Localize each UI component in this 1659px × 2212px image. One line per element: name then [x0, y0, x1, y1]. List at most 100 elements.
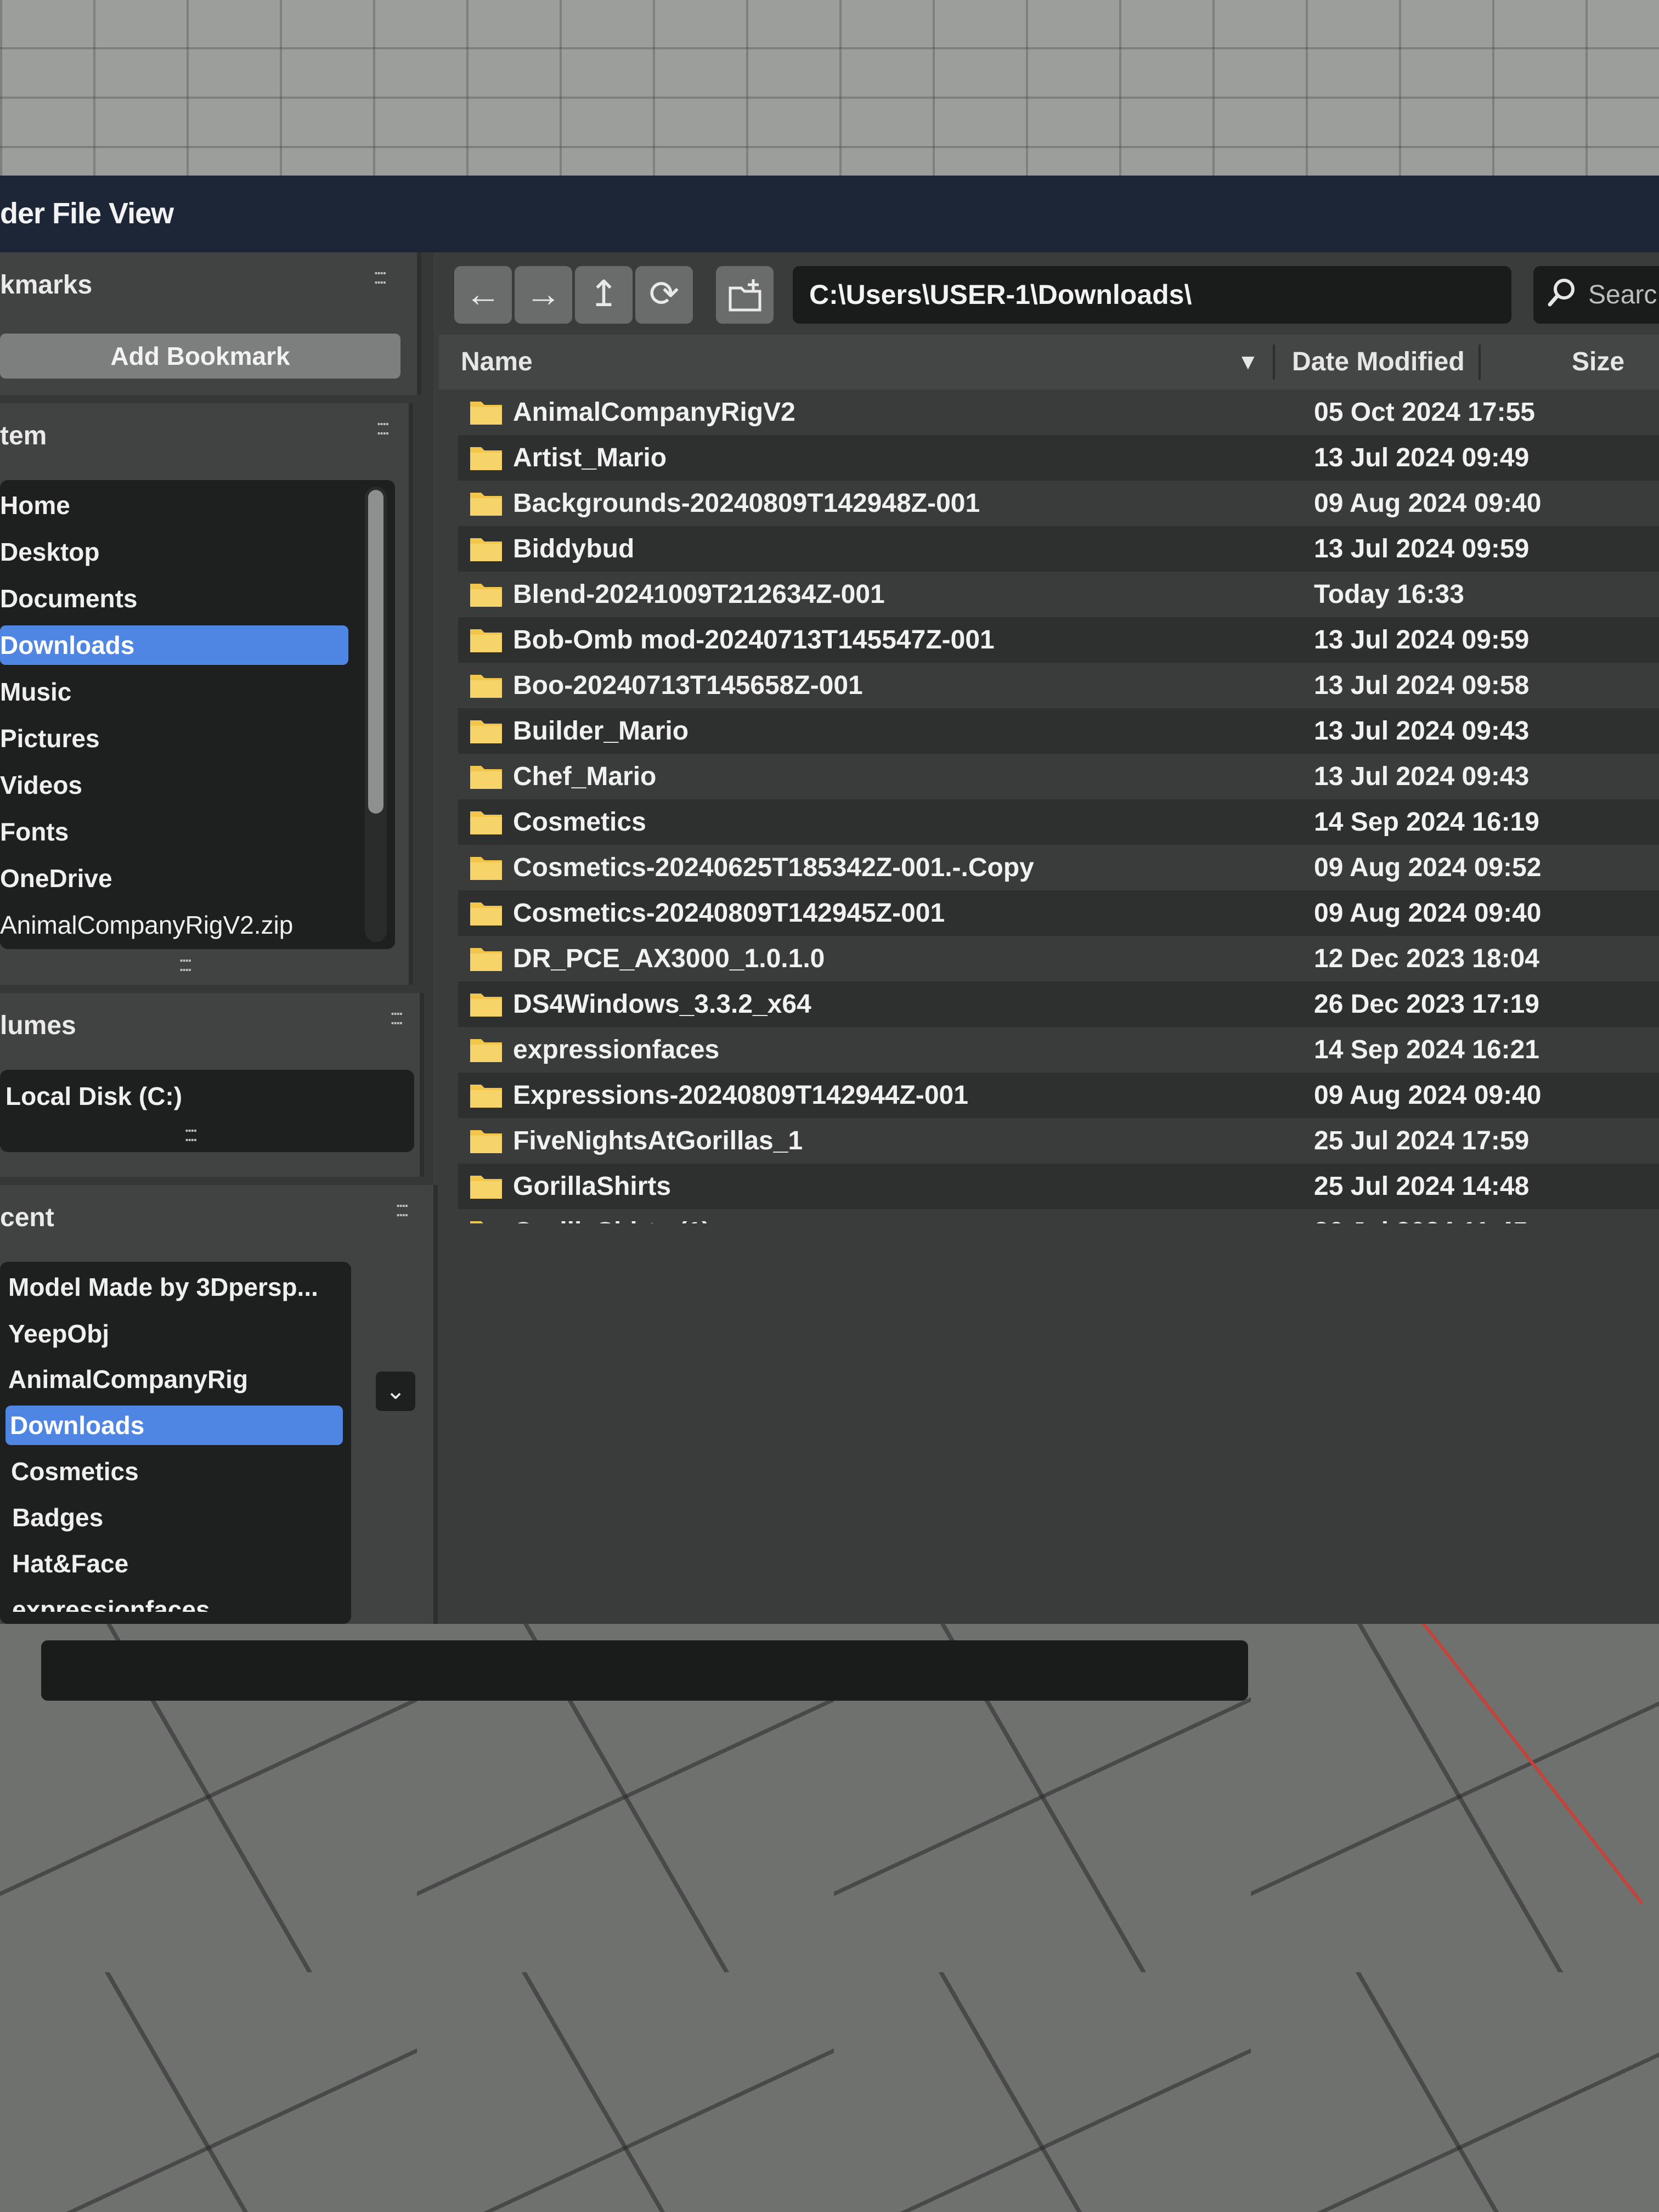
- file-name: Biddybud: [513, 534, 635, 563]
- bookmarks-title: kmarks: [0, 270, 93, 300]
- search-icon: [1548, 279, 1575, 307]
- sidebar-item-documents[interactable]: Documents: [0, 579, 346, 618]
- title-bar[interactable]: der File View: [0, 176, 1659, 252]
- file-row[interactable]: Builder_Mario 13 Jul 2024 09:43: [458, 708, 1659, 754]
- sidebar-item-videos[interactable]: Videos: [0, 765, 346, 805]
- column-divider[interactable]: [1273, 345, 1275, 380]
- sidebar-item-fonts[interactable]: Fonts: [0, 812, 346, 851]
- recent-item-badges[interactable]: Badges: [12, 1498, 341, 1537]
- resize-grip-icon[interactable]: ::::: [178, 952, 193, 977]
- sort-descending-icon[interactable]: ▼: [1237, 335, 1259, 390]
- volumes-panel: lumes :::: Local Disk (C:) ::::: [0, 993, 424, 1177]
- folder-icon: [470, 811, 502, 834]
- panel-grip-icon[interactable]: ::::: [395, 1197, 410, 1222]
- file-name: DS4Windows_3.3.2_x64: [513, 990, 811, 1019]
- file-date-modified: 13 Jul 2024 09:58: [1314, 671, 1530, 700]
- sidebar-item-zip-file[interactable]: AnimalCompanyRigV2.zip: [0, 905, 346, 945]
- sidebar-item-desktop[interactable]: Desktop: [0, 532, 346, 572]
- file-row[interactable]: FiveNightsAtGorillas_1 25 Jul 2024 17:59: [458, 1118, 1659, 1164]
- resize-grip-icon[interactable]: ::::: [184, 1122, 199, 1147]
- file-row[interactable]: Bob-Omb mod-20240713T145547Z-001 13 Jul 2…: [458, 617, 1659, 663]
- file-name: DR_PCE_AX3000_1.0.1.0: [513, 944, 825, 973]
- add-bookmark-button[interactable]: Add Bookmark: [0, 334, 400, 379]
- file-row[interactable]: Blend-20241009T212634Z-001 Today 16:33: [458, 572, 1659, 617]
- column-divider[interactable]: [1479, 345, 1481, 380]
- file-row[interactable]: GorillaShirts (1) 26 Jul 2024 11:45: [458, 1209, 1659, 1223]
- panel-grip-icon[interactable]: ::::: [373, 264, 388, 289]
- toolbar: ← → ↥ ⟳ C:\Users\USER-1\Downloads\ Searc: [439, 252, 1659, 335]
- sidebar-item-pictures[interactable]: Pictures: [0, 719, 346, 758]
- arrow-left-icon: ←: [465, 273, 501, 314]
- file-name: Blend-20241009T212634Z-001: [513, 580, 885, 609]
- file-date-modified: 09 Aug 2024 09:40: [1314, 489, 1542, 518]
- sidebar: kmarks :::: Add Bookmark tem :::: Home D…: [0, 252, 438, 1624]
- file-date-modified: 09 Aug 2024 09:40: [1314, 899, 1542, 928]
- recent-item-yeepobj[interactable]: YeepObj: [8, 1314, 343, 1353]
- file-name: Cosmetics-20240625T185342Z-001.-.Copy: [513, 853, 1034, 882]
- forward-button[interactable]: →: [515, 266, 572, 324]
- refresh-button[interactable]: ⟳: [635, 266, 693, 324]
- file-row[interactable]: Backgrounds-20240809T142948Z-001 09 Aug 2…: [458, 481, 1659, 526]
- file-row[interactable]: GorillaShirts 25 Jul 2024 14:48: [458, 1164, 1659, 1209]
- panel-grip-icon[interactable]: ::::: [376, 415, 391, 440]
- recent-list: Model Made by 3Dpersp... YeepObj AnimalC…: [0, 1262, 351, 1624]
- refresh-icon: ⟳: [648, 273, 680, 314]
- column-header-date-modified[interactable]: Date Modified: [1292, 335, 1465, 390]
- file-row[interactable]: DS4Windows_3.3.2_x64 26 Dec 2023 17:19: [458, 981, 1659, 1027]
- file-date-modified: 13 Jul 2024 09:43: [1314, 716, 1530, 746]
- file-row[interactable]: Boo-20240713T145658Z-001 13 Jul 2024 09:5…: [458, 663, 1659, 708]
- file-row[interactable]: Cosmetics 14 Sep 2024 16:19: [458, 799, 1659, 845]
- file-name: FiveNightsAtGorillas_1: [513, 1126, 803, 1155]
- new-folder-button[interactable]: [716, 266, 774, 324]
- panel-grip-icon[interactable]: ::::: [390, 1005, 404, 1030]
- recent-title: cent: [0, 1203, 54, 1232]
- column-header-name[interactable]: Name: [461, 335, 533, 390]
- volumes-title: lumes: [0, 1011, 76, 1040]
- recent-item-expressionfaces[interactable]: expressionfaces: [12, 1590, 341, 1612]
- recent-item-animalcompanyrig[interactable]: AnimalCompanyRig: [8, 1359, 343, 1399]
- volume-item-local-disk[interactable]: Local Disk (C:): [5, 1076, 390, 1116]
- file-row[interactable]: Chef_Mario 13 Jul 2024 09:43: [458, 754, 1659, 799]
- file-date-modified: 14 Sep 2024 16:19: [1314, 808, 1539, 837]
- file-row[interactable]: Expressions-20240809T142944Z-001 09 Aug 2…: [458, 1073, 1659, 1118]
- file-name: Boo-20240713T145658Z-001: [513, 671, 863, 700]
- file-row[interactable]: Cosmetics-20240625T185342Z-001.-.Copy 09 …: [458, 845, 1659, 890]
- column-header-size[interactable]: Size: [1572, 335, 1624, 390]
- sidebar-item-downloads[interactable]: Downloads: [0, 625, 348, 665]
- file-row[interactable]: DR_PCE_AX3000_1.0.1.0 12 Dec 2023 18:04: [458, 936, 1659, 981]
- search-input[interactable]: Searc: [1533, 266, 1659, 324]
- system-title: tem: [0, 421, 47, 450]
- system-panel: tem :::: Home Desktop Documents Download…: [0, 403, 413, 985]
- file-row[interactable]: Artist_Mario 13 Jul 2024 09:49: [458, 435, 1659, 481]
- recent-item-model[interactable]: Model Made by 3Dpersp...: [8, 1267, 343, 1307]
- file-row[interactable]: expressionfaces 14 Sep 2024 16:21: [458, 1027, 1659, 1073]
- file-row[interactable]: Biddybud 13 Jul 2024 09:59: [458, 526, 1659, 572]
- folder-icon: [470, 1221, 483, 1223]
- folder-icon: [470, 447, 502, 470]
- file-row[interactable]: Cosmetics-20240809T142945Z-001 09 Aug 202…: [458, 890, 1659, 936]
- folder-icon: [470, 720, 502, 743]
- folder-icon: [470, 538, 502, 561]
- arrow-up-icon: ↥: [588, 273, 619, 314]
- sidebar-item-onedrive[interactable]: OneDrive: [0, 859, 346, 898]
- file-pane: ← → ↥ ⟳ C:\Users\USER-1\Downloads\ Searc: [439, 252, 1659, 1624]
- file-name: Artist_Mario: [513, 443, 667, 472]
- folder-icon: [470, 994, 502, 1017]
- folder-icon: [470, 629, 502, 652]
- path-input[interactable]: C:\Users\USER-1\Downloads\: [793, 266, 1511, 324]
- file-row[interactable]: AnimalCompanyRigV2 05 Oct 2024 17:55: [458, 390, 1659, 435]
- path-text: C:\Users\USER-1\Downloads\: [809, 279, 1192, 310]
- recent-item-downloads[interactable]: Downloads: [5, 1406, 343, 1445]
- sidebar-item-home[interactable]: Home: [0, 486, 346, 525]
- parent-directory-button[interactable]: ↥: [575, 266, 633, 324]
- recent-item-cosmetics[interactable]: Cosmetics: [11, 1452, 343, 1491]
- viewport-grid-top: [0, 0, 1659, 181]
- recent-item-hat-face[interactable]: Hat&Face: [12, 1544, 341, 1583]
- back-button[interactable]: ←: [454, 266, 512, 324]
- system-scrollbar[interactable]: [365, 487, 387, 942]
- folder-icon: [470, 402, 502, 425]
- chevron-down-icon[interactable]: ⌄: [376, 1372, 415, 1411]
- filename-input[interactable]: [41, 1640, 1248, 1701]
- sidebar-item-music[interactable]: Music: [0, 672, 346, 712]
- system-scroll-thumb[interactable]: [368, 490, 383, 814]
